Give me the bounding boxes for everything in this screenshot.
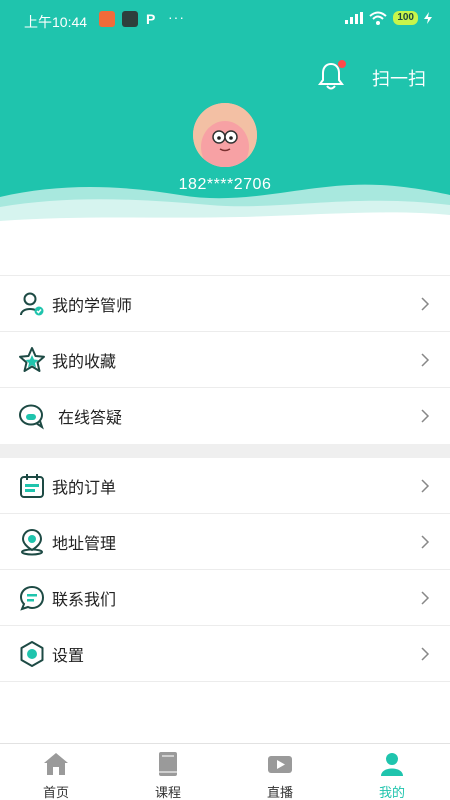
p-notification-icon: P <box>146 11 156 27</box>
star-icon <box>19 347 45 372</box>
status-right: 100 <box>345 11 432 25</box>
profile-icon <box>381 753 403 776</box>
menu-item-label: 设置 <box>52 647 85 665</box>
tab-courses[interactable]: 课程 <box>118 744 218 800</box>
more-notifications-icon: ··· <box>168 9 185 25</box>
location-icon <box>21 528 43 556</box>
calendar-order-icon <box>20 474 44 498</box>
menu-item-online-qa[interactable]: 在线答疑 <box>0 388 450 444</box>
tab-label: 直播 <box>266 785 293 800</box>
section-divider <box>0 444 450 458</box>
teacher-icon <box>20 292 44 316</box>
menu-group-primary: 我的学管师 我的收藏 在线答疑 <box>0 275 450 444</box>
android-notification-icon <box>122 11 138 27</box>
menu-item-settings[interactable]: 设置 <box>0 626 450 682</box>
menu-item-label: 在线答疑 <box>58 410 123 427</box>
notification-badge <box>338 60 346 68</box>
menu-item-label: 我的收藏 <box>52 353 117 371</box>
wifi-icon <box>369 11 387 25</box>
chevron-right-icon <box>421 590 430 605</box>
menu-item-my-orders[interactable]: 我的订单 <box>0 458 450 514</box>
menu-item-favorites[interactable]: 我的收藏 <box>0 332 450 388</box>
chevron-right-icon <box>421 352 430 367</box>
battery-indicator: 100 <box>393 11 418 25</box>
chevron-right-icon <box>421 478 430 493</box>
tab-label: 首页 <box>42 785 69 800</box>
book-icon <box>159 752 177 776</box>
menu-item-address[interactable]: 地址管理 <box>0 514 450 570</box>
settings-icon <box>20 641 44 667</box>
status-time: 上午10:44 <box>24 14 88 30</box>
status-bar: 上午10:44 P ··· 100 <box>0 0 450 40</box>
profile-header: 上午10:44 P ··· 100 扫一扫 182****2706 <box>0 0 450 245</box>
tab-label: 我的 <box>378 785 405 800</box>
home-icon <box>44 753 68 775</box>
tab-profile[interactable]: 我的 <box>342 744 442 800</box>
user-phone: 182****2706 <box>178 176 272 193</box>
contact-chat-icon <box>19 585 45 611</box>
menu-group-secondary: 我的订单 地址管理 联系我们 设置 <box>0 458 450 682</box>
tab-home[interactable]: 首页 <box>6 744 106 800</box>
chevron-right-icon <box>421 409 430 423</box>
menu-item-label: 我的订单 <box>52 479 117 497</box>
charging-icon <box>424 12 432 24</box>
avatar[interactable] <box>193 103 257 167</box>
menu-item-label: 我的学管师 <box>52 297 133 315</box>
tab-label: 课程 <box>154 785 181 800</box>
menu-item-contact-us[interactable]: 联系我们 <box>0 570 450 626</box>
chat-question-icon <box>19 404 44 430</box>
menu-item-my-tutor[interactable]: 我的学管师 <box>0 276 450 332</box>
app-notification-icon <box>99 11 115 27</box>
live-icon <box>268 756 292 773</box>
chevron-right-icon <box>421 534 430 549</box>
menu-item-label: 地址管理 <box>52 535 117 553</box>
menu-item-label: 联系我们 <box>52 591 117 609</box>
chevron-right-icon <box>421 646 430 661</box>
signal-icon <box>345 12 364 24</box>
bottom-tab-bar: 首页 课程 直播 我的 <box>0 743 450 800</box>
avatar-image <box>193 103 257 167</box>
scan-button[interactable]: 扫一扫 <box>372 65 426 91</box>
tab-live[interactable]: 直播 <box>230 744 330 800</box>
chevron-right-icon <box>421 296 430 311</box>
